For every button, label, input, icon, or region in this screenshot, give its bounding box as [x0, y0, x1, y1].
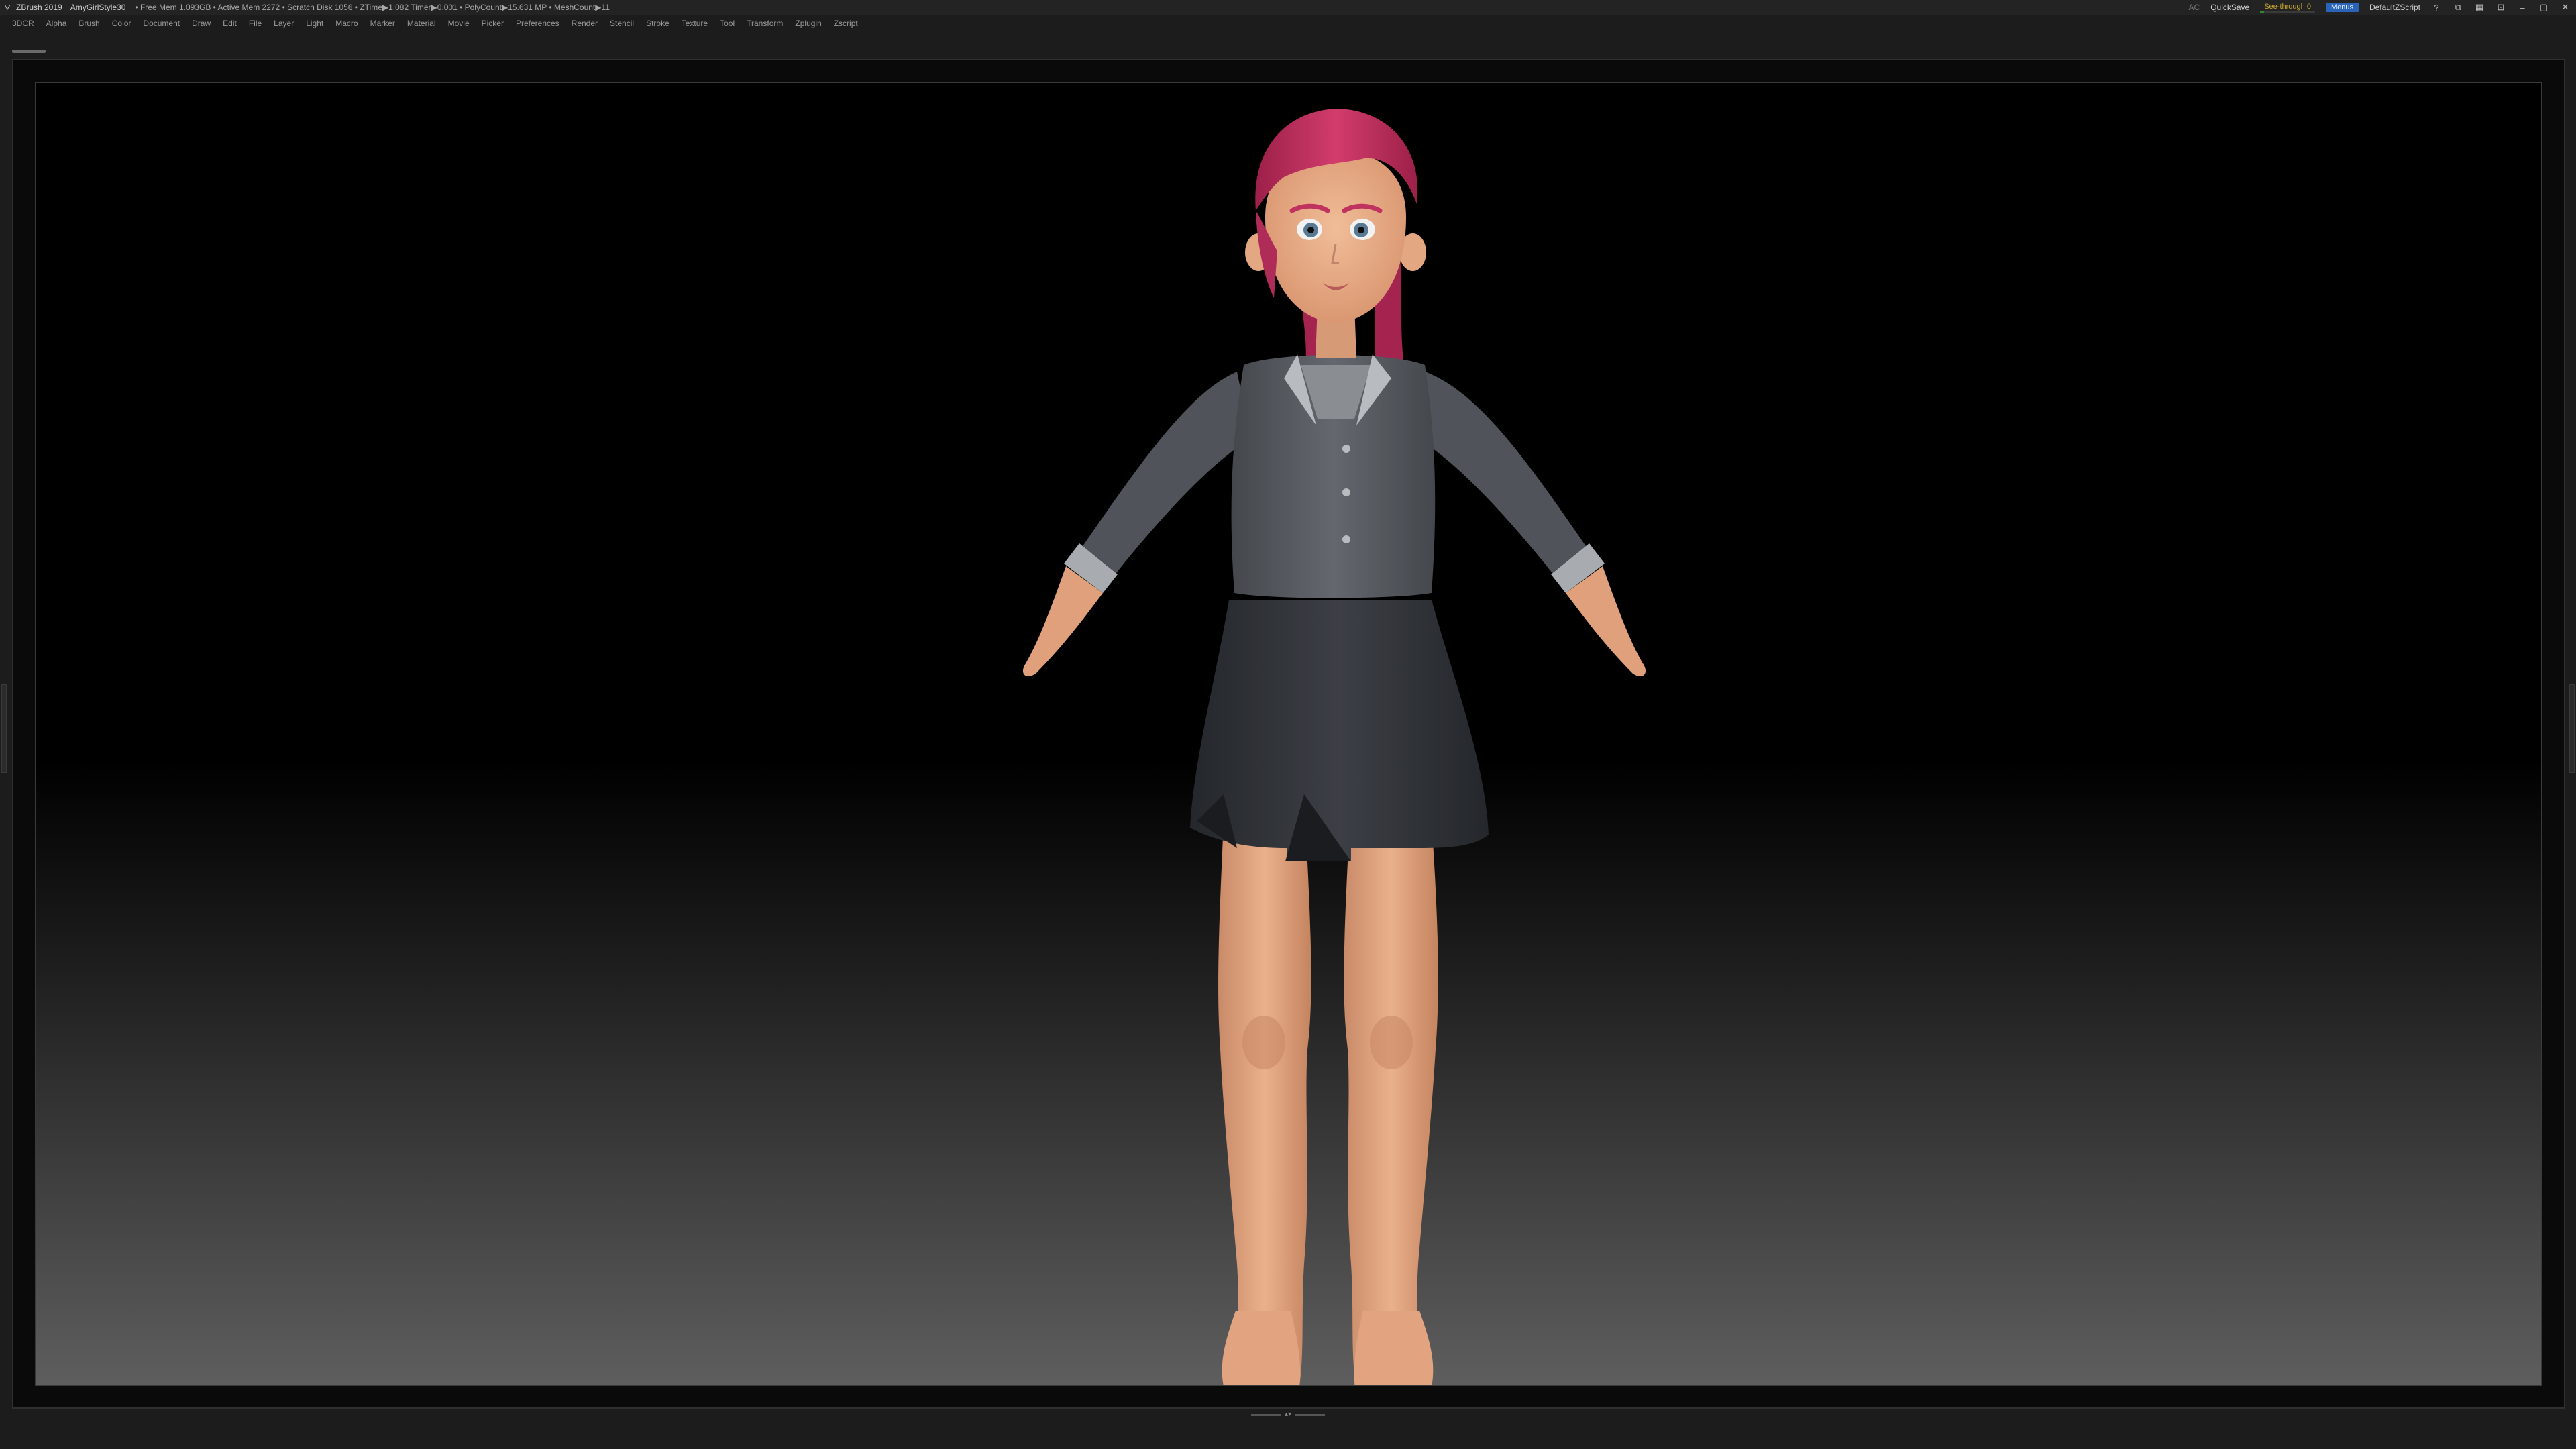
- right-leg: [1344, 821, 1438, 1385]
- default-zscript-button[interactable]: DefaultZScript: [2369, 3, 2420, 12]
- app-name: ZBrush 2019: [16, 3, 62, 12]
- menu-draw[interactable]: Draw: [192, 19, 211, 28]
- left-foot: [1222, 1311, 1301, 1385]
- menu-transform[interactable]: Transform: [747, 19, 783, 28]
- left-leg: [1218, 821, 1311, 1385]
- menu-file[interactable]: File: [249, 19, 262, 28]
- see-through-slider[interactable]: See-through 0: [2260, 3, 2315, 13]
- menu-stencil[interactable]: Stencil: [610, 19, 634, 28]
- help-icon[interactable]: ?: [2431, 3, 2442, 13]
- right-foot: [1354, 1311, 1434, 1385]
- menu-movie[interactable]: Movie: [448, 19, 470, 28]
- menu-alpha[interactable]: Alpha: [46, 19, 67, 28]
- menu-zplugin[interactable]: Zplugin: [795, 19, 821, 28]
- layout-icon[interactable]: ⧉: [2453, 2, 2463, 13]
- left-sleeve: [1083, 372, 1250, 573]
- minimize-icon[interactable]: –: [2517, 3, 2528, 13]
- left-tray-handle[interactable]: [1, 684, 7, 773]
- menu-stroke[interactable]: Stroke: [646, 19, 669, 28]
- right-sleeve: [1418, 372, 1586, 573]
- menu-light[interactable]: Light: [306, 19, 323, 28]
- shelf-handle[interactable]: [12, 50, 46, 53]
- palette-icon[interactable]: ▦: [2474, 2, 2485, 13]
- menu-preferences[interactable]: Preferences: [516, 19, 559, 28]
- title-bar-controls: AC QuickSave See-through 0 Menus Default…: [2189, 0, 2576, 15]
- zbrush-logo-icon: ⛛: [4, 3, 11, 12]
- expand-arrows-icon: ▴▾: [1284, 1411, 1292, 1418]
- right-tray-handle[interactable]: [2569, 684, 2575, 773]
- menu-color[interactable]: Color: [112, 19, 131, 28]
- document-name: AmyGirlStyle30: [70, 3, 126, 12]
- see-through-label: See-through 0: [2264, 2, 2311, 11]
- lock-icon[interactable]: ⊡: [2496, 2, 2506, 13]
- menu-layer[interactable]: Layer: [274, 19, 294, 28]
- maximize-icon[interactable]: ▢: [2538, 2, 2549, 13]
- menu-document[interactable]: Document: [143, 19, 180, 28]
- menu-tool[interactable]: Tool: [720, 19, 735, 28]
- menu-macro[interactable]: Macro: [335, 19, 358, 28]
- skirt: [1190, 600, 1489, 861]
- menu-3dcr[interactable]: 3DCR: [12, 19, 34, 28]
- menu-render[interactable]: Render: [572, 19, 598, 28]
- bottom-tray-handle[interactable]: ▴▾: [1245, 1411, 1331, 1418]
- menus-button[interactable]: Menus: [2325, 3, 2359, 12]
- memory-stats: • Free Mem 1.093GB • Active Mem 2272 • S…: [135, 3, 610, 12]
- ac-label[interactable]: AC: [2189, 3, 2200, 12]
- close-icon[interactable]: ✕: [2560, 2, 2571, 13]
- menu-material[interactable]: Material: [407, 19, 436, 28]
- quicksave-button[interactable]: QuickSave: [2210, 3, 2249, 12]
- title-bar: ⛛ ZBrush 2019 AmyGirlStyle30 • Free Mem …: [0, 0, 2576, 15]
- see-through-fill: [2260, 10, 2265, 13]
- menu-marker[interactable]: Marker: [370, 19, 395, 28]
- menu-brush[interactable]: Brush: [78, 19, 99, 28]
- menu-picker[interactable]: Picker: [482, 19, 504, 28]
- character-model: [1022, 109, 1646, 1385]
- menu-zscript[interactable]: Zscript: [834, 19, 858, 28]
- document-canvas[interactable]: [35, 82, 2542, 1386]
- menu-bar: 3DCR Alpha Brush Color Document Draw Edit File L…: [0, 16, 2576, 31]
- menu-texture[interactable]: Texture: [682, 19, 708, 28]
- menu-edit[interactable]: Edit: [223, 19, 237, 28]
